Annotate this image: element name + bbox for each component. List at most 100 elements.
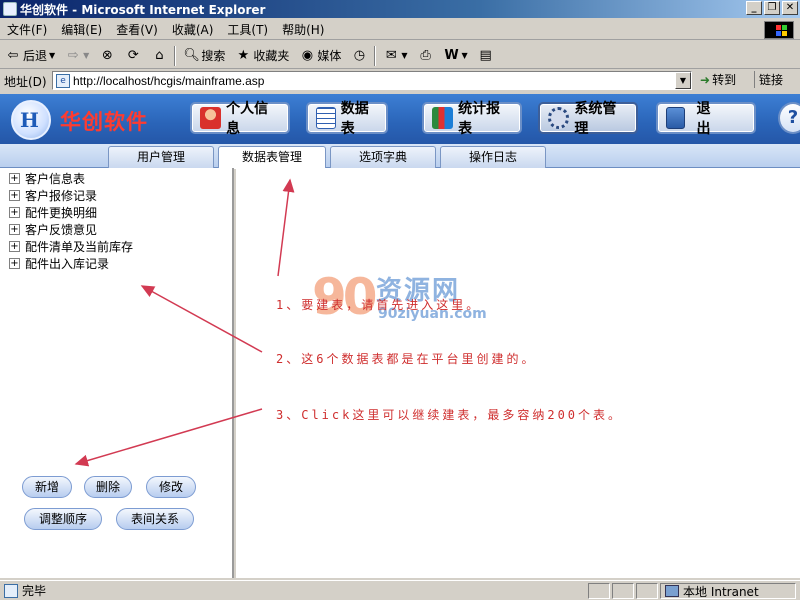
- tree-item[interactable]: + 配件出入库记录: [9, 255, 109, 271]
- tab-operation-log[interactable]: 操作日志: [440, 146, 546, 168]
- intranet-icon: [665, 585, 679, 597]
- go-arrow-icon: ➜: [700, 72, 711, 87]
- discuss-button[interactable]: ▤: [473, 45, 499, 67]
- nav-personal-info-button[interactable]: 个人信息: [190, 101, 290, 137]
- menu-help[interactable]: 帮助(H): [275, 21, 331, 38]
- address-label: 地址(D): [4, 74, 47, 89]
- logo-icon: H: [11, 100, 51, 140]
- toolbar-separator: [174, 45, 177, 66]
- expand-plus-icon[interactable]: +: [9, 206, 20, 218]
- mail-button[interactable]: ✉ ▼: [378, 45, 412, 67]
- links-button[interactable]: 链接: [754, 71, 783, 88]
- tree-item[interactable]: + 客户报修记录: [9, 187, 97, 203]
- table-icon: [316, 107, 336, 129]
- home-button[interactable]: ⌂: [146, 45, 172, 67]
- favorites-button[interactable]: ★ 收藏夹: [230, 45, 294, 67]
- address-input[interactable]: e http://localhost/hcgis/mainframe.asp ▼: [52, 71, 692, 90]
- nav-stats-report-button[interactable]: 统计报表: [422, 101, 522, 137]
- search-button[interactable]: 🔍︎ 搜索: [178, 45, 230, 67]
- security-zone: 本地 Intranet: [660, 583, 796, 599]
- history-button[interactable]: ◷: [346, 45, 372, 67]
- delete-button[interactable]: 删除: [84, 476, 132, 498]
- table-relations-button[interactable]: 表间关系: [116, 508, 194, 530]
- tree-item[interactable]: + 客户反馈意见: [9, 221, 97, 237]
- stop-button[interactable]: ⊗: [94, 45, 120, 67]
- menu-edit[interactable]: 编辑(E): [54, 21, 109, 38]
- gear-icon: [548, 107, 570, 129]
- tab-user-management[interactable]: 用户管理: [108, 146, 214, 168]
- exit-door-icon: [666, 107, 686, 129]
- discuss-icon: ▤: [479, 47, 492, 63]
- refresh-icon: ⟳: [127, 47, 139, 63]
- print-button[interactable]: ⎙: [413, 45, 439, 67]
- menu-favorites[interactable]: 收藏(A): [165, 21, 221, 38]
- address-dropdown-icon[interactable]: ▼: [675, 72, 691, 89]
- status-bar: 完毕 本地 Intranet: [0, 580, 800, 600]
- media-icon: ◉: [301, 47, 314, 63]
- content-panel: 90 资源网 90ziyuan.com 1、要建表，请首先进入这里。 2、这6个…: [236, 168, 800, 578]
- menu-view[interactable]: 查看(V): [109, 21, 165, 38]
- edit-word-button[interactable]: W ▼: [439, 45, 473, 67]
- status-cell: [636, 583, 658, 599]
- add-button[interactable]: 新增: [22, 476, 72, 498]
- refresh-button[interactable]: ⟳: [120, 45, 146, 67]
- status-cell: [612, 583, 634, 599]
- toolbar-separator: [374, 45, 377, 66]
- status-text: 完毕: [22, 584, 47, 598]
- nav-data-table-button[interactable]: 数据表: [306, 101, 388, 137]
- browser-toolbar: ⇦ 后退 ▼ ⇨ ▼ ⊗ ⟳ ⌂ 🔍︎ 搜索 ★ 收藏夹 ◉ 媒体 ◷ ✉ ▼ ⎙…: [0, 43, 800, 69]
- expand-plus-icon[interactable]: +: [9, 240, 20, 252]
- page-done-icon: [4, 583, 18, 598]
- tree-item[interactable]: + 配件清单及当前库存: [9, 238, 133, 254]
- back-button[interactable]: ⇦ 后退 ▼: [0, 45, 60, 67]
- page-icon: e: [56, 73, 70, 88]
- print-icon: ⎙: [420, 47, 431, 63]
- window-title: 华创软件 - Microsoft Internet Explorer: [20, 2, 266, 17]
- address-bar: 地址(D) e http://localhost/hcgis/mainframe…: [0, 70, 800, 92]
- tree-item[interactable]: + 客户信息表: [9, 170, 85, 186]
- nav-system-admin-button[interactable]: 系统管理: [538, 101, 638, 137]
- address-url[interactable]: http://localhost/hcgis/mainframe.asp: [73, 74, 264, 88]
- report-icon: [432, 107, 454, 129]
- expand-plus-icon[interactable]: +: [9, 189, 20, 201]
- home-icon: ⌂: [155, 47, 164, 63]
- tab-data-table-management[interactable]: 数据表管理: [218, 146, 326, 169]
- search-icon: 🔍︎: [183, 47, 200, 63]
- favorites-icon: ★: [237, 47, 250, 63]
- go-button[interactable]: ➜ 转到: [700, 71, 736, 88]
- note-1: 1、要建表，请首先进入这里。: [276, 298, 482, 312]
- expand-plus-icon[interactable]: +: [9, 172, 20, 184]
- menu-bar: 文件(F) 编辑(E) 查看(V) 收藏(A) 工具(T) 帮助(H): [0, 20, 800, 40]
- back-dropdown-icon[interactable]: ▼: [49, 51, 55, 60]
- forward-dropdown-icon[interactable]: ▼: [83, 51, 89, 60]
- back-arrow-icon: ⇦: [7, 47, 19, 63]
- media-button[interactable]: ◉ 媒体: [294, 45, 346, 67]
- forward-button[interactable]: ⇨ ▼: [60, 45, 94, 67]
- edit-button[interactable]: 修改: [146, 476, 196, 498]
- minimize-button[interactable]: _: [746, 1, 762, 15]
- tab-strip: 用户管理 数据表管理 选项字典 操作日志: [0, 144, 800, 169]
- app-header: H 华创软件 个人信息 数据表 统计报表 系统管理 退 出 ?: [0, 94, 800, 144]
- reorder-button[interactable]: 调整顺序: [24, 508, 102, 530]
- ie-icon: [3, 2, 17, 16]
- restore-button[interactable]: ❐: [764, 1, 780, 15]
- logo-text: 华创软件: [60, 110, 148, 134]
- menu-tools[interactable]: 工具(T): [220, 21, 275, 38]
- history-icon: ◷: [353, 47, 366, 63]
- status-cell: [588, 583, 610, 599]
- nav-logout-button[interactable]: 退 出: [656, 101, 756, 137]
- expand-plus-icon[interactable]: +: [9, 223, 20, 235]
- stop-icon: ⊗: [101, 47, 113, 63]
- menu-file[interactable]: 文件(F): [0, 21, 54, 38]
- help-icon[interactable]: ?: [778, 102, 800, 134]
- forward-arrow-icon: ⇨: [67, 47, 79, 63]
- close-button[interactable]: ✕: [782, 1, 798, 15]
- tab-option-dictionary[interactable]: 选项字典: [330, 146, 436, 168]
- mail-icon: ✉: [385, 47, 397, 63]
- windows-logo-icon: [764, 21, 794, 39]
- tree-item[interactable]: + 配件更换明细: [9, 204, 97, 220]
- window-title-bar: 华创软件 - Microsoft Internet Explorer _ ❐ ✕: [0, 0, 800, 18]
- note-3: 3、Click这里可以继续建表，最多容纳200个表。: [276, 408, 624, 422]
- word-icon: W: [444, 47, 459, 63]
- expand-plus-icon[interactable]: +: [9, 257, 20, 269]
